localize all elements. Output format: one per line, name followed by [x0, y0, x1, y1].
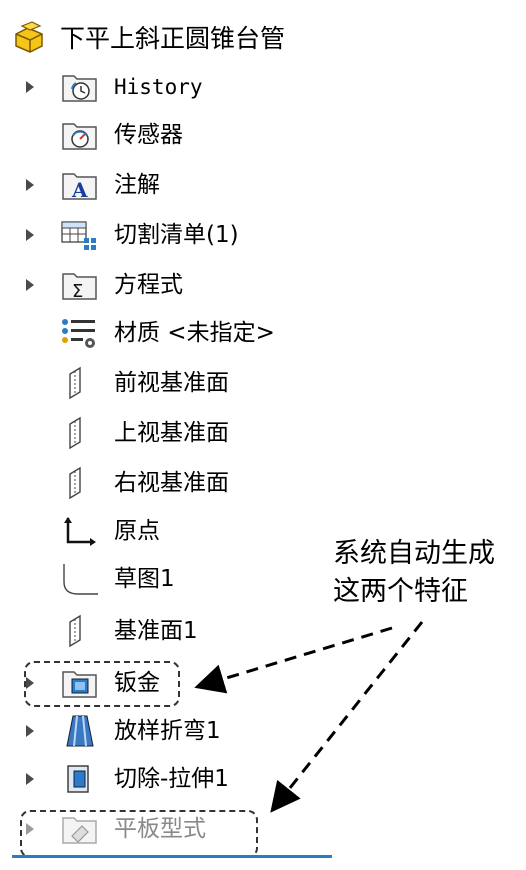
tree-item-equations[interactable]: Σ 方程式	[0, 262, 320, 308]
tree-item-lofted-bend1[interactable]: 放样折弯1	[0, 708, 320, 754]
material-icon	[60, 316, 100, 350]
highlight-box-flat-pattern	[20, 810, 258, 858]
tree-item-label: 上视基准面	[114, 420, 229, 446]
tree-item-history[interactable]: History	[0, 64, 320, 110]
expand-arrow-icon[interactable]	[26, 773, 34, 785]
history-folder-icon	[60, 70, 100, 104]
tree-bottom-bar	[12, 855, 332, 858]
plane-icon	[60, 466, 100, 500]
lofted-bend-icon	[60, 714, 100, 748]
origin-icon	[60, 514, 100, 548]
tree-item-label: 切割清单(1)	[114, 222, 239, 248]
expand-arrow-icon[interactable]	[26, 81, 34, 93]
tree-item-plane1[interactable]: 基准面1	[0, 608, 320, 654]
tree-item-label: 基准面1	[114, 618, 198, 644]
tree-item-label: 材质 <未指定>	[114, 320, 275, 346]
tree-item-cut-list[interactable]: 切割清单(1)	[0, 212, 320, 258]
tree-item-label: History	[114, 75, 203, 99]
tree-item-label: 放样折弯1	[114, 718, 221, 744]
plane-icon	[60, 366, 100, 400]
highlight-box-sheet-metal	[24, 661, 180, 707]
callout-line2: 这两个特征	[333, 576, 468, 607]
sketch-icon	[60, 562, 100, 596]
sensor-folder-icon	[60, 118, 100, 152]
plane-icon	[60, 614, 100, 648]
expand-arrow-icon[interactable]	[26, 279, 34, 291]
expand-arrow-icon[interactable]	[26, 229, 34, 241]
tree-item-material[interactable]: 材质 <未指定>	[0, 310, 320, 356]
tree-root-label: 下平上斜正圆锥台管	[60, 24, 286, 53]
annotation-folder-icon: A	[60, 168, 100, 202]
tree-item-cut-extrude1[interactable]: 切除-拉伸1	[0, 756, 320, 802]
tree-item-label: 切除-拉伸1	[114, 766, 229, 792]
svg-text:Σ: Σ	[72, 281, 83, 302]
expand-arrow-icon[interactable]	[26, 725, 34, 737]
tree-item-sketch1[interactable]: 草图1	[0, 556, 320, 602]
feature-manager-tree: 下平上斜正圆锥台管 History 传感器 A 注解 切割清单(1) Σ 方程式…	[0, 0, 340, 870]
svg-text:A: A	[71, 178, 88, 202]
expand-arrow-icon[interactable]	[26, 179, 34, 191]
tree-item-annotations[interactable]: A 注解	[0, 162, 320, 208]
tree-item-origin[interactable]: 原点	[0, 508, 320, 554]
callout-note: 系统自动生成 这两个特征	[333, 535, 495, 611]
equation-folder-icon: Σ	[60, 268, 100, 302]
tree-item-front-plane[interactable]: 前视基准面	[0, 360, 320, 406]
tree-item-label: 方程式	[114, 272, 183, 298]
tree-item-label: 草图1	[114, 566, 175, 592]
tree-item-label: 传感器	[114, 122, 183, 148]
cut-extrude-icon	[60, 762, 100, 796]
part-icon	[12, 20, 48, 56]
tree-item-sensors[interactable]: 传感器	[0, 112, 320, 158]
callout-line1: 系统自动生成	[333, 538, 495, 569]
tree-item-right-plane[interactable]: 右视基准面	[0, 460, 320, 506]
tree-item-label: 注解	[114, 172, 160, 198]
tree-item-label: 右视基准面	[114, 470, 229, 496]
tree-item-label: 原点	[114, 518, 160, 544]
cut-list-icon	[60, 218, 100, 252]
tree-item-label: 前视基准面	[114, 370, 229, 396]
plane-icon	[60, 416, 100, 450]
tree-item-top-plane[interactable]: 上视基准面	[0, 410, 320, 456]
